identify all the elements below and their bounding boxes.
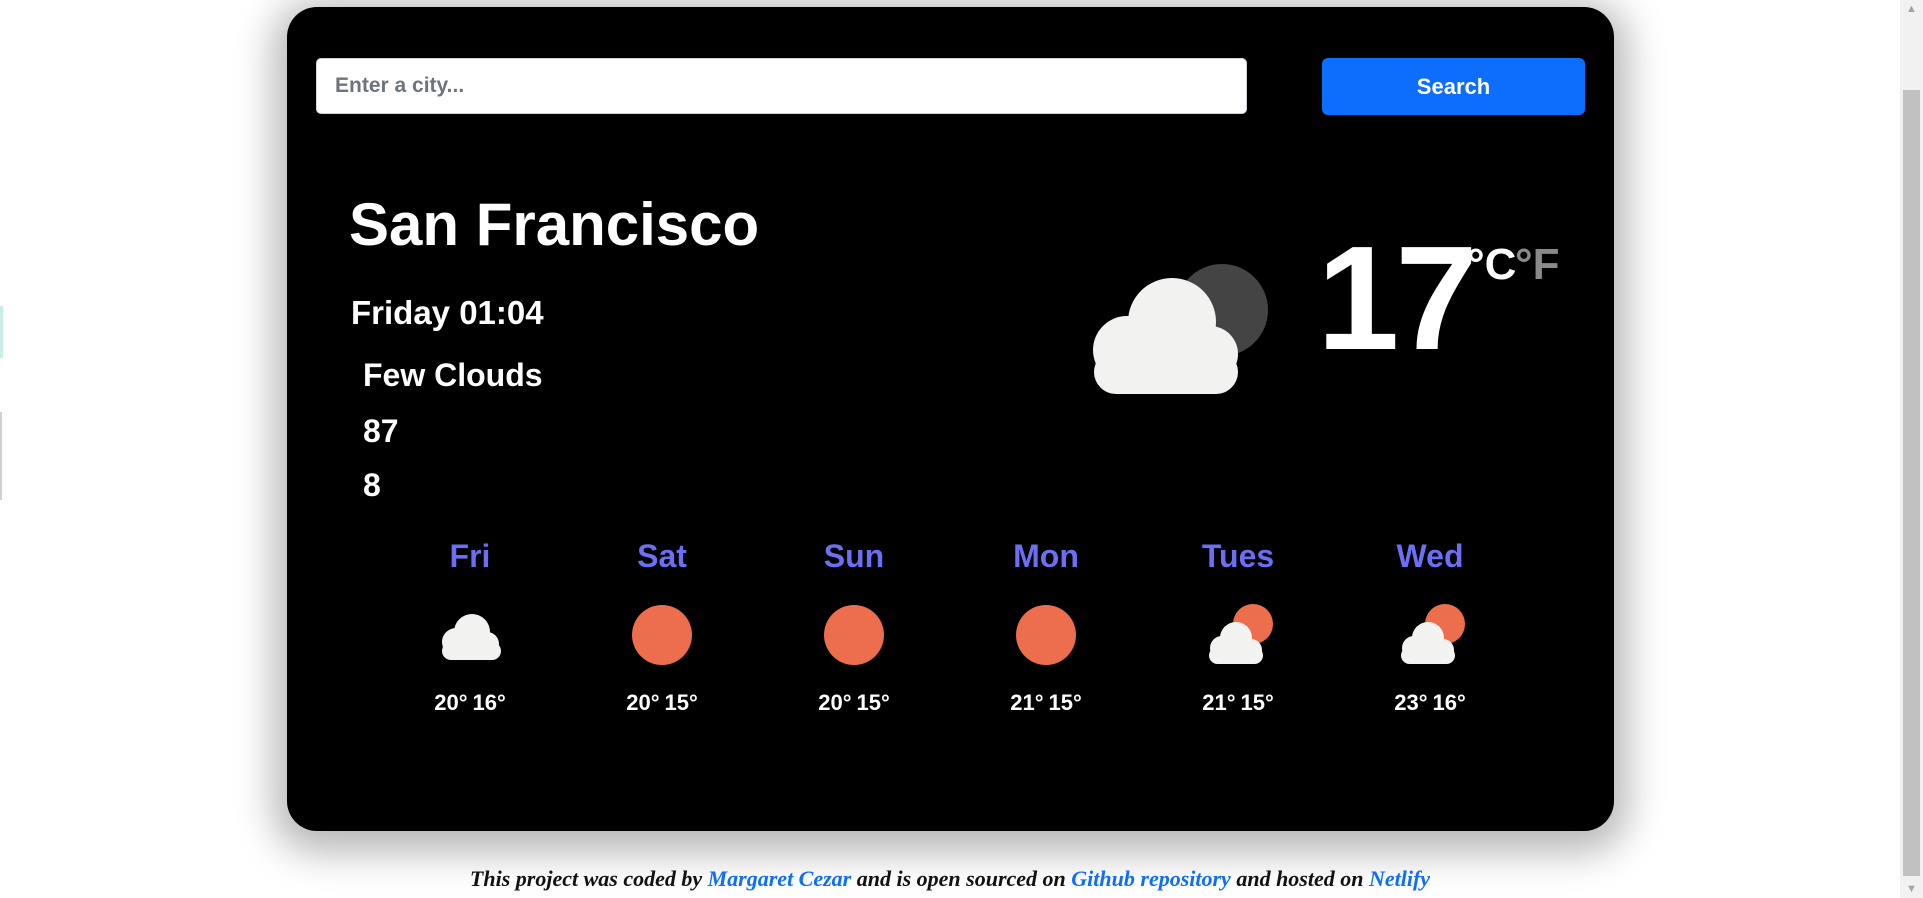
author-link[interactable]: Margaret Cezar	[708, 866, 852, 891]
footer-text: and is open sourced on	[851, 866, 1072, 891]
forecast-min: 16°	[472, 690, 506, 715]
forecast-max: 21°	[1202, 690, 1236, 715]
forecast-min: 15°	[1048, 690, 1082, 715]
forecast-day-sun: Sun 20° 15°	[779, 540, 929, 714]
forecast-max: 21°	[1010, 690, 1044, 715]
few-clouds-night-icon	[1093, 264, 1268, 394]
forecast-day-sat: Sat 20° 15°	[587, 540, 737, 714]
scroll-down-arrow-icon[interactable]: ▼	[1900, 882, 1923, 896]
partly-cloudy-icon	[1209, 604, 1273, 664]
forecast-temps: 21° 15°	[971, 692, 1121, 714]
edge-strip	[0, 306, 3, 358]
forecast-day-tues: Tues 21° 15°	[1163, 540, 1313, 714]
forecast-max: 20°	[626, 690, 660, 715]
footer-text: This project was coded by	[469, 866, 708, 891]
forecast-temps: 20° 16°	[395, 692, 545, 714]
wind-value: 8	[363, 467, 381, 503]
github-repository-link[interactable]: Github repository	[1071, 866, 1231, 891]
forecast-day-name: Fri	[449, 538, 491, 574]
current-temperature: 17	[1317, 216, 1478, 381]
sun-icon	[632, 605, 692, 665]
forecast-day-mon: Mon 21° 15°	[971, 540, 1121, 714]
vertical-scrollbar[interactable]: ▲ ▼	[1900, 0, 1923, 898]
scrollbar-thumb[interactable]	[1903, 90, 1920, 876]
forecast-temps: 20° 15°	[779, 692, 929, 714]
current-datetime: Friday 01:04	[351, 294, 544, 331]
forecast-day-wed: Wed 23° 16°	[1355, 540, 1505, 714]
footer: This project was coded by Margaret Cezar…	[0, 866, 1900, 892]
scroll-up-arrow-icon[interactable]: ▲	[1900, 2, 1923, 16]
forecast-day-name: Sat	[637, 538, 687, 574]
forecast-day-name: Mon	[1013, 538, 1079, 574]
forecast-max: 20°	[818, 690, 852, 715]
forecast-day-name: Wed	[1396, 538, 1464, 574]
footer-text: and hosted on	[1230, 866, 1369, 891]
forecast-day-name: Sun	[823, 538, 885, 574]
forecast-day-fri: Fri 20° 16°	[395, 540, 545, 714]
celsius-link[interactable]: °C	[1467, 243, 1516, 287]
forecast-day-name: Tues	[1201, 538, 1275, 574]
fahrenheit-link[interactable]: °F	[1515, 243, 1559, 287]
sun-icon	[1016, 605, 1076, 665]
cloud-icon	[442, 614, 501, 660]
forecast-min: 15°	[664, 690, 698, 715]
forecast-temps: 20° 15°	[587, 692, 737, 714]
sun-icon	[824, 605, 884, 665]
weather-card: Search San Francisco Friday 01:04 Few Cl…	[287, 7, 1614, 831]
city-search-input[interactable]	[316, 58, 1247, 114]
edge-line	[0, 412, 2, 500]
forecast-min: 16°	[1432, 690, 1466, 715]
search-button[interactable]: Search	[1322, 58, 1585, 115]
forecast-temps: 21° 15°	[1163, 692, 1313, 714]
city-name: San Francisco	[349, 191, 760, 258]
forecast-max: 23°	[1394, 690, 1428, 715]
netlify-link[interactable]: Netlify	[1369, 866, 1430, 891]
humidity-value: 87	[363, 413, 399, 449]
weather-description: Few Clouds	[363, 357, 543, 393]
forecast-max: 20°	[434, 690, 468, 715]
forecast-min: 15°	[1240, 690, 1274, 715]
forecast-temps: 23° 16°	[1355, 692, 1505, 714]
forecast-min: 15°	[856, 690, 890, 715]
partly-cloudy-icon	[1401, 604, 1465, 664]
